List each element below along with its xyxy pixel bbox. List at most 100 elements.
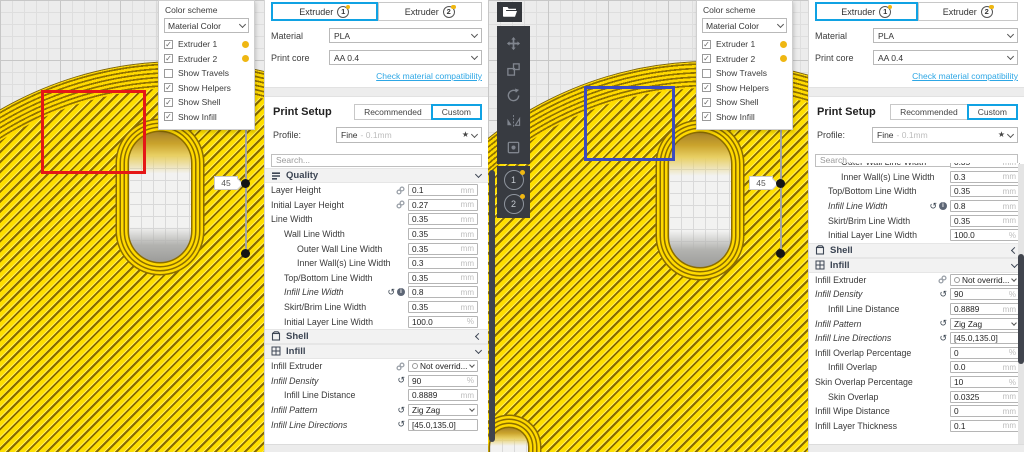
setting-value-field[interactable]: Not overrid... [408,360,478,372]
setting-value-field[interactable]: 0.35 mm [408,213,478,225]
setting-value-field[interactable]: 0.0325 mm [950,391,1020,403]
slider-track[interactable] [780,128,782,258]
revert-icon[interactable]: ↺ [387,288,395,297]
setting-value-field[interactable]: 0 % [950,347,1020,359]
checkbox[interactable]: ✓ [702,98,711,107]
color-scheme-option[interactable]: ✓ Show Shell [702,95,787,110]
move-tool-icon[interactable] [505,34,523,52]
recommended-button[interactable]: Recommended [890,104,968,120]
setting-value-field[interactable]: Zig Zag [950,318,1020,330]
viewport-left[interactable]: Color scheme Material Color ✓ Extruder 1… [0,0,264,452]
setting-value-field[interactable]: 0.8 mm [950,200,1020,212]
revert-icon[interactable]: ↺ [939,319,947,328]
setting-value-field[interactable]: 0.35 mm [408,243,478,255]
checkbox[interactable]: ✓ [164,54,173,63]
slider-handle-bottom[interactable] [776,249,785,258]
tab-extruder-2[interactable]: Extruder 2 [918,2,1019,21]
settings-section-header[interactable]: Infill [809,258,1024,273]
checkbox[interactable]: ✓ [702,112,711,121]
color-scheme-option[interactable]: ✓ Show Helpers [702,81,787,96]
viewport-right[interactable]: 1 2 Color scheme Material Color ✓ Extrud… [488,0,808,452]
extruder-2-button[interactable]: 2 [504,194,524,214]
setting-value-field[interactable]: 0.35 mm [950,215,1020,227]
tab-extruder-2[interactable]: Extruder 2 [378,2,483,21]
setting-value-field[interactable]: 0.0 mm [950,361,1020,373]
check-material-compatibility-link[interactable]: Check material compatibility [809,71,1018,81]
setting-value-field[interactable]: 0.3 mm [408,257,478,269]
checkbox[interactable]: ✓ [164,98,173,107]
setting-value-field[interactable]: 0.35 mm [950,185,1020,197]
material-dropdown[interactable]: PLA [873,28,1018,43]
tab-extruder-1[interactable]: Extruder 1 [815,2,918,21]
color-scheme-option[interactable]: ✓ Show Infill [164,110,249,125]
open-file-button[interactable] [497,2,522,22]
tab-extruder-1[interactable]: Extruder 1 [271,2,378,21]
setting-value-field[interactable]: 100.0 % [408,316,478,328]
check-material-compatibility-link[interactable]: Check material compatibility [265,71,482,81]
setting-value-field[interactable]: 0.1 mm [950,420,1020,432]
print-core-dropdown[interactable]: AA 0.4 [329,50,482,65]
color-scheme-option[interactable]: ✓ Extruder 2 [702,52,787,67]
scrollbar[interactable] [489,170,495,442]
setting-value-field[interactable]: [45.0,135.0] [950,332,1020,344]
setting-value-field[interactable]: 90 % [950,288,1020,300]
checkbox[interactable]: ✓ [164,83,173,92]
scale-tool-icon[interactable] [505,60,523,78]
slider-handle-top[interactable] [241,179,250,188]
profile-dropdown[interactable]: Fine - 0.1mm ★ [336,127,482,143]
checkbox[interactable]: ✓ [164,40,173,49]
color-scheme-option[interactable]: ✓ Show Helpers [164,81,249,96]
checkbox[interactable]: ✓ [702,83,711,92]
checkbox[interactable]: ✓ [702,54,711,63]
setting-value-field[interactable]: 0.35 mm [408,301,478,313]
setting-value-field[interactable]: 0.8889 mm [408,389,478,401]
setting-value-field[interactable]: 100.0 % [950,229,1020,241]
setting-value-field[interactable]: 0.8 mm [408,286,478,298]
slider-track[interactable] [245,128,247,258]
setting-value-field[interactable]: Not overrid... [950,274,1020,286]
setting-value-field[interactable]: 0.8889 mm [950,303,1020,315]
color-scheme-option[interactable]: Show Travels [164,66,249,81]
info-icon[interactable]: i [939,202,947,210]
rotate-tool-icon[interactable] [505,86,523,104]
checkbox[interactable] [702,69,711,78]
mirror-tool-icon[interactable] [505,112,523,130]
revert-icon[interactable]: ↺ [939,290,947,299]
setting-value-field[interactable]: 0.3 mm [950,171,1020,183]
profile-dropdown[interactable]: Fine - 0.1mm ★ [872,127,1018,143]
recommended-button[interactable]: Recommended [354,104,432,120]
setting-value-field[interactable]: 0.27 mm [408,199,478,211]
custom-button[interactable]: Custom [967,104,1018,120]
setting-value-field[interactable]: 90 % [408,375,478,387]
settings-section-header[interactable]: Shell [809,243,1024,258]
slider-handle-bottom[interactable] [241,249,250,258]
setting-value-field[interactable]: 10 % [950,376,1020,388]
checkbox[interactable]: ✓ [164,112,173,121]
custom-button[interactable]: Custom [431,104,482,120]
color-scheme-dropdown[interactable]: Material Color [702,18,787,33]
color-scheme-option[interactable]: ✓ Extruder 1 [164,37,249,52]
setting-value-field[interactable]: Zig Zag [408,404,478,416]
revert-icon[interactable]: ↺ [939,334,947,343]
info-icon[interactable]: i [397,288,405,296]
revert-icon[interactable]: ↺ [397,420,405,429]
color-scheme-option[interactable]: ✓ Show Shell [164,95,249,110]
setting-value-field[interactable]: 0.35 mm [408,272,478,284]
setting-value-field[interactable]: 0.35 mm [950,163,1020,168]
print-core-dropdown[interactable]: AA 0.4 [873,50,1018,65]
settings-section-header[interactable]: Infill [265,344,488,359]
slider-handle-top[interactable] [776,179,785,188]
color-scheme-option[interactable]: ✓ Extruder 2 [164,52,249,67]
setting-value-field[interactable]: [45.0,135.0] [408,419,478,431]
setting-value-field[interactable]: 0 mm [950,405,1020,417]
settings-section-header[interactable]: Quality [265,168,488,183]
material-dropdown[interactable]: PLA [329,28,482,43]
scrollbar[interactable] [1018,164,1024,444]
extruder-1-button[interactable]: 1 [504,170,524,190]
color-scheme-option[interactable]: ✓ Extruder 1 [702,37,787,52]
revert-icon[interactable]: ↺ [929,202,937,211]
revert-icon[interactable]: ↺ [397,376,405,385]
per-model-settings-icon[interactable] [505,138,523,156]
revert-icon[interactable]: ↺ [397,406,405,415]
color-scheme-option[interactable]: ✓ Show Infill [702,110,787,125]
